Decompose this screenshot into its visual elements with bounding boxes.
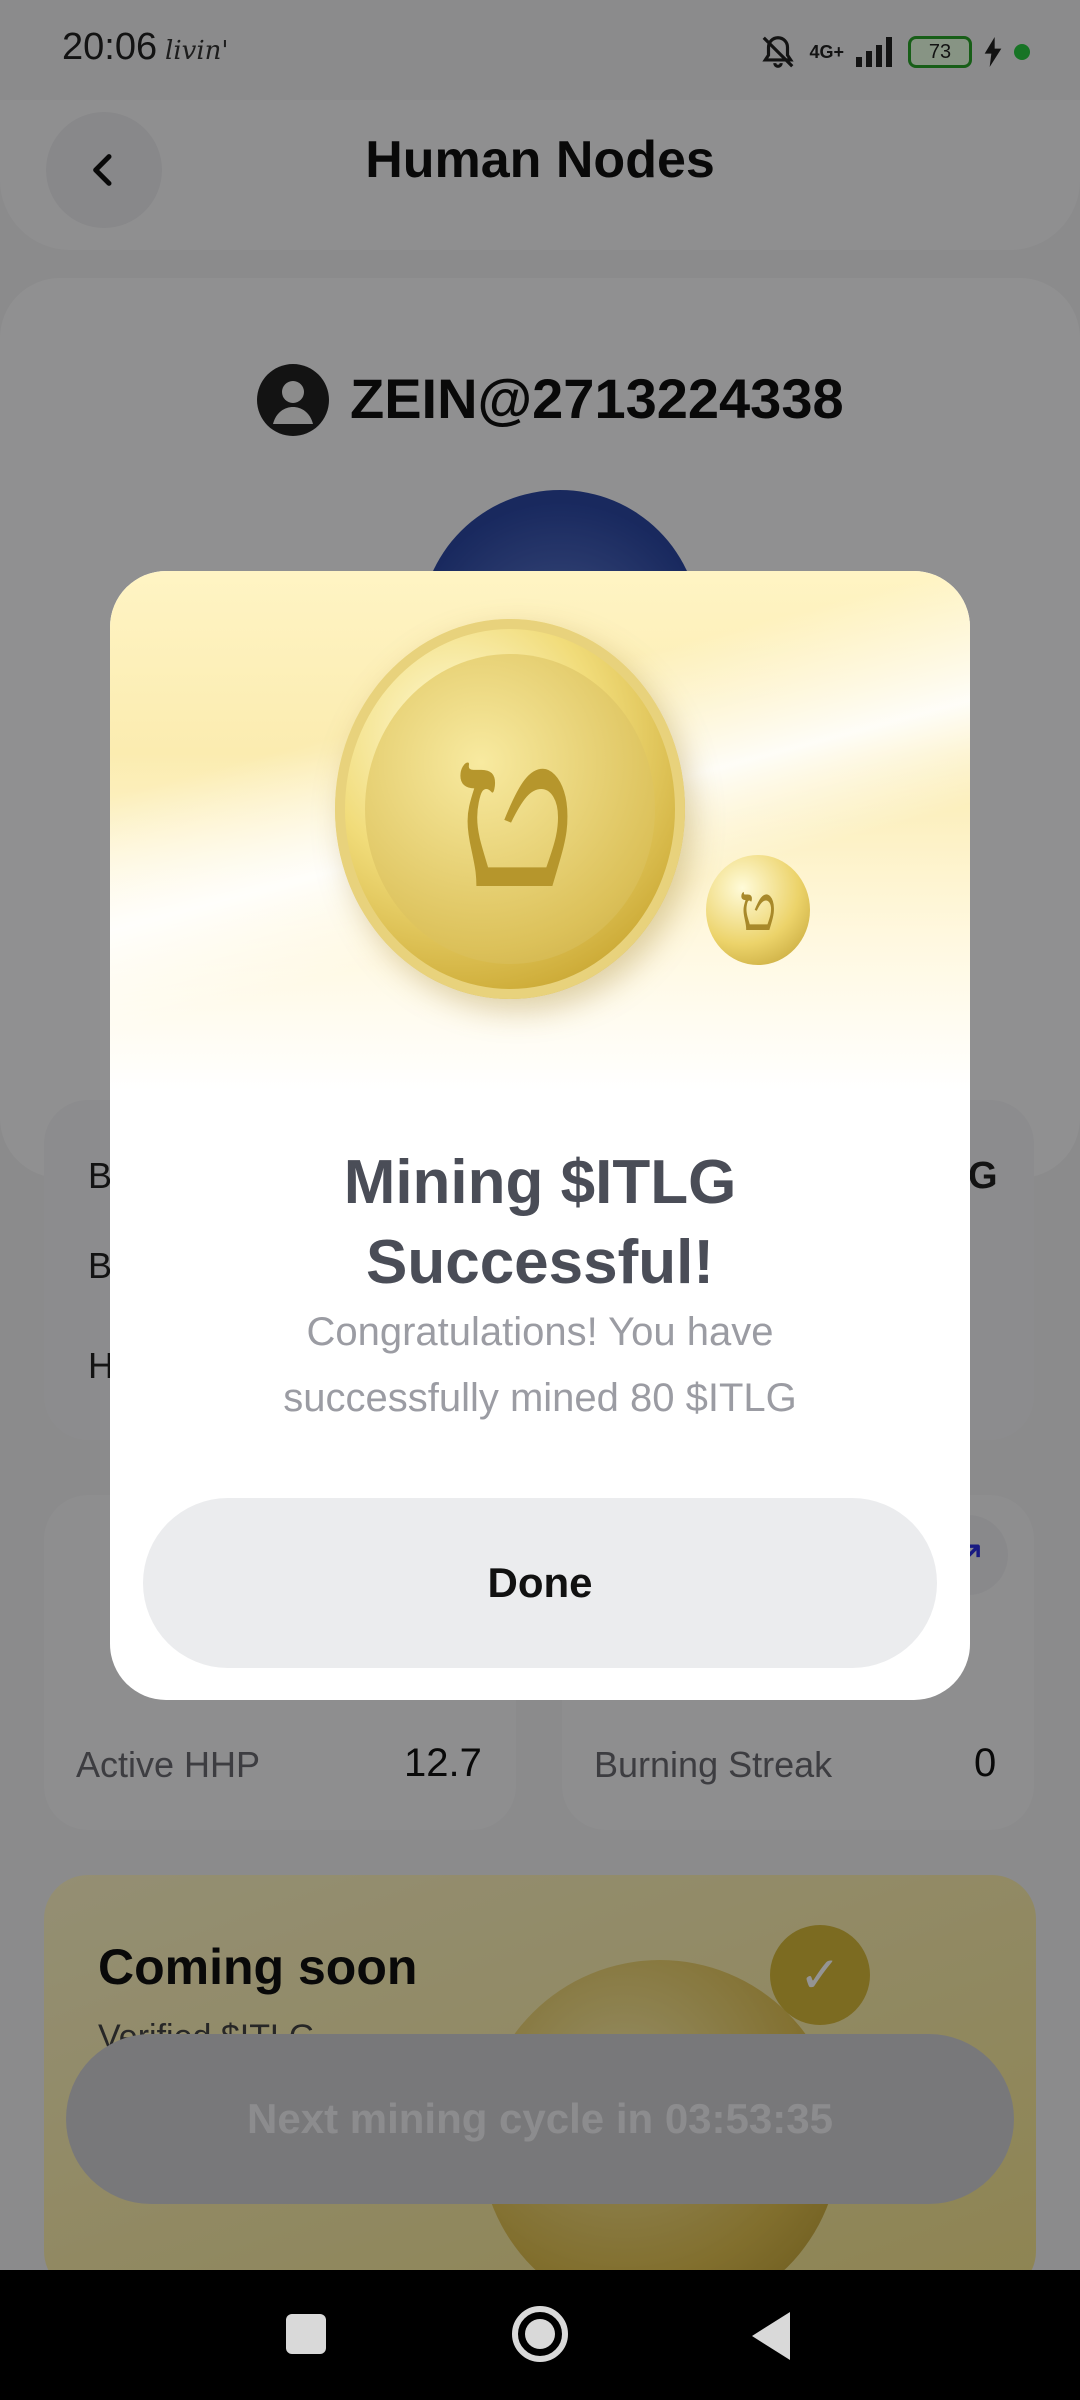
- coin-face: ט: [365, 654, 655, 964]
- dialog-title: Mining $ITLG Successful!: [110, 1143, 970, 1303]
- itlg-coin-small-icon: ט: [706, 855, 810, 965]
- back-triangle-icon[interactable]: [752, 2312, 790, 2360]
- home-dot: [525, 2319, 555, 2349]
- done-button[interactable]: Done: [143, 1498, 937, 1668]
- dialog-title-line1: Mining $ITLG: [343, 1148, 737, 1217]
- dialog-title-line2: Successful!: [365, 1228, 715, 1297]
- coin-logo-icon: ט: [451, 691, 579, 936]
- dialog-hero: ט ט: [110, 571, 970, 1091]
- recents-icon[interactable]: [286, 2314, 326, 2354]
- mining-success-dialog: ט ט Mining $ITLG Successful! Congratulat…: [110, 571, 970, 1700]
- coin-logo-small-icon: ט: [738, 872, 778, 946]
- home-icon[interactable]: [512, 2306, 568, 2362]
- dialog-message: Congratulations! You have successfully m…: [283, 1310, 797, 1420]
- itlg-coin-icon: ט: [335, 619, 685, 999]
